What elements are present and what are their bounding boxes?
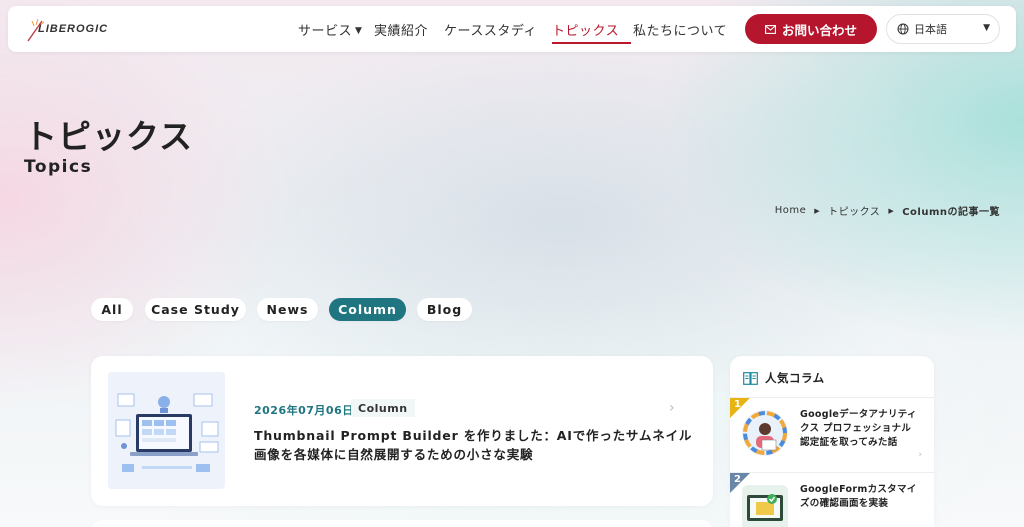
chevron-right-icon: ›	[669, 400, 675, 416]
contact-button[interactable]: お問い合わせ	[745, 14, 877, 44]
popular-columns-heading: 人気コラム	[765, 371, 825, 385]
logo[interactable]: LIBEROGIC	[26, 17, 136, 42]
active-nav-indicator	[552, 42, 631, 44]
rank-number: 1	[734, 399, 741, 410]
chevron-down-icon: ▼	[983, 23, 990, 33]
popular-columns-header: 人気コラム	[743, 370, 825, 386]
filter-blog[interactable]: Blog	[417, 298, 472, 321]
filter-news[interactable]: News	[257, 298, 318, 321]
language-select[interactable]: 日本語 ▼	[886, 14, 1000, 44]
popular-column-thumbnail	[742, 485, 788, 527]
article-card[interactable]	[91, 520, 713, 527]
mail-icon	[765, 24, 776, 34]
nav-item-services[interactable]: サービス ▼	[298, 20, 362, 39]
popular-column-title: GoogleFormカスタマイズの確認画面を実装	[800, 484, 917, 509]
breadcrumb-home[interactable]: Home	[775, 205, 807, 216]
page-title: トピックス	[24, 117, 194, 156]
article-category-tag[interactable]: Column	[351, 399, 415, 417]
certificate-illustration	[742, 410, 788, 456]
site-header: LIBEROGIC サービス ▼ 実績紹介 ケーススタディ トピックス 私たちにつ…	[8, 6, 1016, 52]
language-value: 日本語	[914, 23, 947, 36]
popular-column-title: Googleデータアナリティクス プロフェッショナル認定証を取ってみた話	[800, 409, 917, 448]
nav-services-label: サービス	[298, 24, 353, 39]
contact-label: お問い合わせ	[781, 22, 857, 38]
chevron-right-icon: ›	[918, 450, 922, 460]
popular-column-item[interactable]: 2 GoogleFormカスタマイズの確認画面を実装	[730, 472, 934, 527]
page-subtitle: Topics	[24, 157, 93, 177]
rank-number: 2	[734, 474, 741, 485]
filter-all[interactable]: All	[91, 298, 133, 321]
logo-text: LIBEROGIC	[38, 23, 109, 35]
filter-case-study[interactable]: Case Study	[145, 298, 246, 321]
nav-item-topics[interactable]: トピックス	[552, 20, 619, 39]
rank-badge: 1	[730, 398, 750, 418]
globe-icon	[897, 23, 909, 35]
chevron-right-icon: ▶	[814, 206, 821, 215]
popular-column-item[interactable]: 1 Googleデータアナリティクス プロフェッショナル認定証を取ってみた話 ›	[730, 398, 934, 473]
nav-item-about[interactable]: 私たちについて	[633, 20, 727, 39]
breadcrumb-topics[interactable]: トピックス	[828, 203, 880, 218]
filter-column[interactable]: Column	[329, 298, 406, 321]
chevron-right-icon: ▶	[888, 206, 895, 215]
article-thumbnail	[108, 372, 225, 489]
popular-columns-sidebar: 人気コラム 1 Googleデータアナリティクス プロフェッショナル認定証を取っ…	[730, 356, 934, 527]
breadcrumb-current: Columnの記事一覧	[902, 207, 1000, 218]
form-illustration	[742, 485, 788, 527]
article-thumbnail-illustration	[108, 372, 225, 489]
breadcrumb: Home ▶ トピックス ▶ Columnの記事一覧	[775, 203, 1000, 218]
nav-item-case-study[interactable]: ケーススタディ	[444, 20, 537, 39]
article-card[interactable]: 2026年07月06日 Column Thumbnail Prompt Buil…	[91, 356, 713, 506]
nav-item-results[interactable]: 実績紹介	[374, 20, 428, 39]
article-date: 2026年07月06日	[254, 404, 354, 417]
article-title[interactable]: Thumbnail Prompt Builder を作りました：AIで作ったサム…	[254, 426, 694, 464]
book-icon	[743, 371, 758, 385]
popular-column-thumbnail	[742, 410, 788, 456]
chevron-down-icon: ▼	[355, 26, 363, 36]
